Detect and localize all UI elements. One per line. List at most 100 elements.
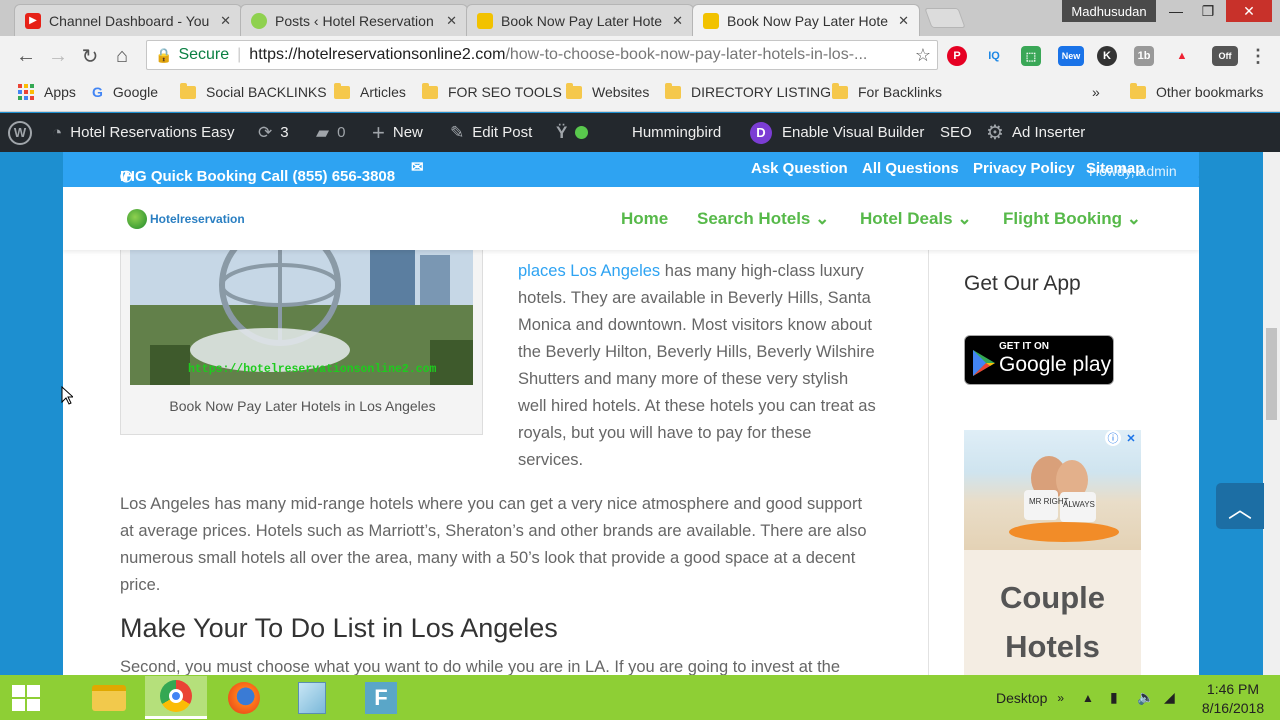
bookmarks-overflow-button[interactable]: » (1092, 84, 1100, 100)
back-button[interactable]: ← (10, 40, 42, 72)
image-caption: Book Now Pay Later Hotels in Los Angeles (169, 398, 436, 414)
tab-channel-dashboard[interactable]: ▶ Channel Dashboard - You ✕ (14, 4, 242, 36)
reload-button[interactable]: ↻ (74, 40, 106, 72)
firefox-icon (228, 681, 260, 714)
scrollbar-thumb[interactable] (1266, 328, 1277, 420)
tab-title: Posts ‹ Hotel Reservation (275, 12, 434, 29)
wordpress-logo-button[interactable]: W (8, 113, 32, 152)
bookmark-google[interactable]: G Google (92, 84, 158, 100)
visual-builder-button[interactable]: D Enable Visual Builder (750, 113, 924, 152)
off-extension-icon[interactable]: Off (1212, 46, 1238, 66)
forward-button[interactable]: → (42, 40, 74, 72)
k-extension-icon[interactable]: K (1097, 46, 1117, 66)
sidebar-ad[interactable]: MR RIGHT ALWAYS ⓘ ✕ Couple Hotels (964, 430, 1141, 675)
email-icon[interactable]: ✉ (411, 158, 424, 176)
tb-extension-icon[interactable]: 1b (1134, 46, 1154, 66)
bookmark-folder[interactable]: For Backlinks (832, 82, 942, 100)
ad-inserter-button[interactable]: ⚙ Ad Inserter (986, 113, 1085, 152)
top-link-privacy-policy[interactable]: Privacy Policy (973, 160, 1075, 177)
minimize-button[interactable]: — (1160, 0, 1192, 22)
windows-start-button[interactable] (12, 685, 42, 711)
edit-post-label: Edit Post (472, 124, 533, 141)
howdy-admin[interactable]: Howdy, admin (1089, 163, 1177, 179)
site-name-menu[interactable]: ◔ Hotel Reservations Easy (52, 113, 235, 152)
photo-watermark: https://hotelreservationsonline2.com (188, 363, 437, 376)
nav-search-hotels[interactable]: Search Hotels ⌄ (697, 209, 829, 229)
back-to-top-button[interactable]: ︿ (1216, 483, 1264, 529)
address-bar[interactable]: 🔒 Secure | https://hotelreservationsonli… (146, 40, 938, 70)
triangle-extension-icon[interactable]: ▲ (1172, 46, 1192, 66)
home-button[interactable]: ⌂ (106, 40, 138, 72)
comments-button[interactable]: ▰ 0 (316, 113, 345, 152)
menu-dots-icon[interactable]: ⋮ (1248, 46, 1268, 66)
close-tab-icon[interactable]: ✕ (220, 13, 231, 29)
bookmark-star-icon[interactable]: ☆ (915, 45, 931, 66)
ad-close-icon[interactable]: ✕ (1123, 430, 1139, 446)
nav-hotel-deals[interactable]: Hotel Deals ⌄ (860, 209, 972, 229)
pinterest-icon[interactable]: P (947, 46, 967, 66)
desktop-toolbar[interactable]: Desktop » (996, 675, 1064, 720)
sidebar-title: Get Our App (964, 272, 1081, 295)
google-play-badge[interactable]: GET IT ON Google play (964, 335, 1114, 385)
f-app-icon: F (365, 681, 397, 714)
page-scrollbar[interactable] (1263, 152, 1280, 675)
logo-text: Hotelreservation (150, 212, 245, 226)
new-tab-button[interactable] (924, 8, 966, 28)
bookmark-folder[interactable]: Articles (334, 82, 406, 100)
tab-book-now-active[interactable]: Book Now Pay Later Hote ✕ (692, 4, 920, 36)
site-top-bar: ✆ IHG Quick Booking Call (855) 656-3808 … (63, 152, 1199, 187)
file-explorer-taskbar-button[interactable] (78, 676, 140, 719)
bookmark-folder[interactable]: FOR SEO TOOLS (422, 82, 562, 100)
network-signal-icon[interactable]: ◢ (1164, 675, 1175, 720)
tab-book-now-1[interactable]: Book Now Pay Later Hote ✕ (466, 4, 694, 36)
iq-extension-icon[interactable]: IQ (984, 46, 1004, 66)
new-extension-icon[interactable]: New (1058, 46, 1084, 66)
yoast-seo-button[interactable]: Ÿ (556, 113, 589, 152)
system-clock[interactable]: 1:46 PM 8/16/2018 (1196, 680, 1270, 718)
evernote-icon[interactable]: ⬚ (1021, 46, 1041, 66)
other-bookmarks[interactable]: Other bookmarks (1130, 82, 1263, 100)
firefox-taskbar-button[interactable] (213, 676, 275, 719)
tab-title: Book Now Pay Later Hote (727, 12, 889, 29)
tab-posts[interactable]: Posts ‹ Hotel Reservation ✕ (240, 4, 468, 36)
paragraph-1: places Los Angeles has many high-class l… (518, 258, 878, 474)
top-link-ask-question[interactable]: Ask Question (751, 160, 848, 177)
bookmark-folder[interactable]: Social BACKLINKS (180, 82, 327, 100)
user-avatar-icon[interactable]: 👤 (1196, 158, 1199, 179)
close-tab-icon[interactable]: ✕ (672, 13, 683, 29)
close-tab-icon[interactable]: ✕ (446, 13, 457, 29)
nav-home[interactable]: Home (621, 209, 668, 229)
nav-flight-booking[interactable]: Flight Booking ⌄ (1003, 209, 1141, 229)
notepad-taskbar-button[interactable] (281, 676, 343, 719)
ad-info-icon[interactable]: ⓘ (1105, 430, 1121, 446)
new-label: New (392, 124, 423, 141)
updates-button[interactable]: ⟳ 3 (258, 113, 289, 152)
pencil-icon: ✎ (450, 122, 465, 142)
close-tab-icon[interactable]: ✕ (898, 13, 909, 29)
hummingbird-button[interactable]: Hummingbird (632, 113, 721, 152)
profile-button[interactable]: Madhusudan (1062, 0, 1156, 22)
bookmark-label: Social BACKLINKS (206, 84, 327, 100)
f-app-taskbar-button[interactable]: F (350, 676, 412, 719)
new-content-button[interactable]: + New (372, 113, 423, 152)
gplay-small-text: GET IT ON (999, 341, 1049, 352)
battery-icon[interactable]: ▮ (1110, 675, 1118, 720)
bookmark-apps[interactable]: Apps (18, 84, 76, 100)
seo-button[interactable]: SEO (940, 113, 972, 152)
bookmark-folder[interactable]: Websites (566, 82, 649, 100)
bookmark-folder[interactable]: DIRECTORY LISTING (665, 82, 831, 100)
top-link-all-questions[interactable]: All Questions (862, 160, 959, 177)
bookmark-label: Google (112, 84, 159, 100)
close-window-button[interactable]: ✕ (1226, 0, 1272, 22)
volume-icon[interactable]: 🔈 (1137, 675, 1154, 720)
chrome-taskbar-button[interactable] (145, 676, 207, 719)
site-logo[interactable]: Hotelreservation (127, 209, 245, 229)
paragraph-1-text: has many high-class luxury hotels. They … (518, 262, 876, 469)
couple-beach-photo: MR RIGHT ALWAYS (964, 430, 1141, 550)
clock-time: 1:46 PM (1206, 681, 1260, 697)
edit-post-button[interactable]: ✎ Edit Post (450, 113, 532, 152)
maximize-button[interactable]: ❐ (1192, 0, 1224, 22)
places-los-angeles-link[interactable]: places Los Angeles (518, 262, 660, 280)
show-hidden-icons-button[interactable]: ▲ (1082, 675, 1094, 720)
site-name: Hotel Reservations Easy (70, 124, 235, 141)
